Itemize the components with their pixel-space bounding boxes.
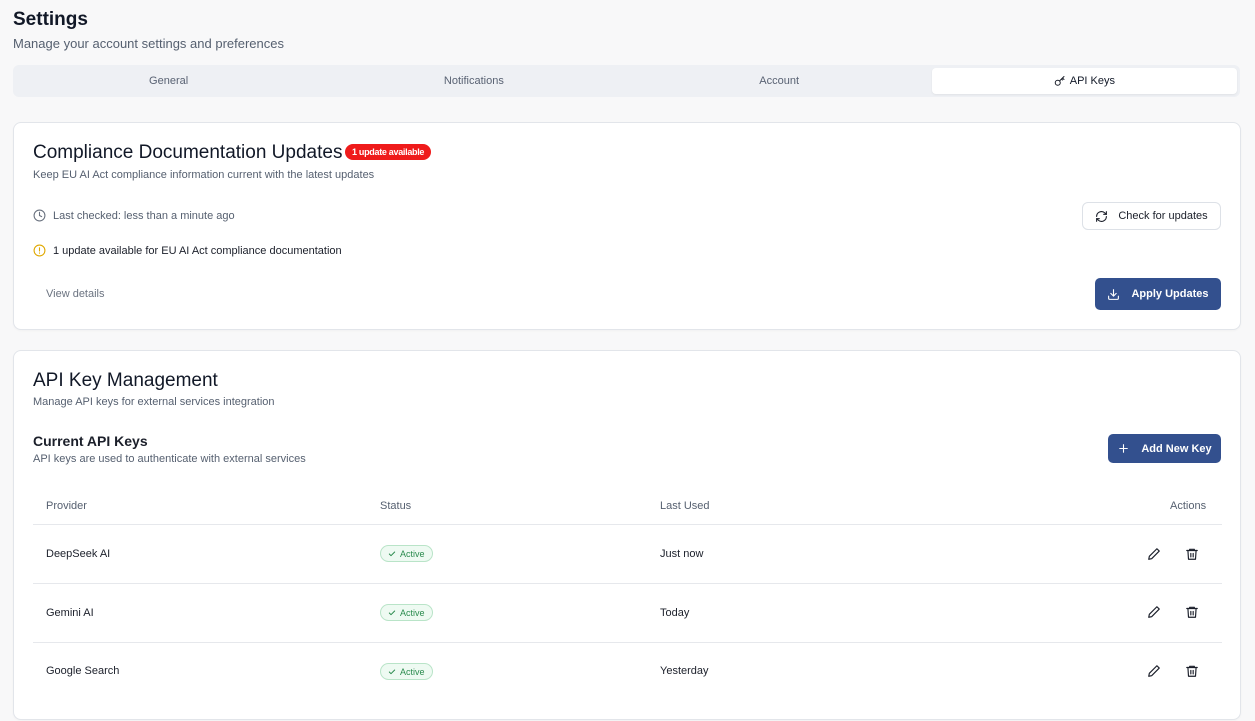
- warning-icon: [33, 244, 46, 257]
- download-icon: [1107, 288, 1120, 301]
- trash-icon[interactable]: [1185, 605, 1199, 624]
- apply-updates-button[interactable]: Apply Updates: [1095, 278, 1221, 310]
- compliance-description: Keep EU AI Act compliance information cu…: [33, 169, 375, 181]
- table-divider: [33, 583, 1222, 584]
- api-key-title: API Key Management: [33, 370, 218, 391]
- view-details-link[interactable]: View details: [46, 288, 105, 300]
- provider-name: Google Search: [46, 665, 120, 677]
- current-api-keys-title: Current API Keys: [33, 433, 148, 449]
- tab-label: API Keys: [1069, 75, 1115, 87]
- tab-account[interactable]: Account: [627, 68, 932, 94]
- last-checked-text: Last checked: less than a minute ago: [53, 209, 235, 222]
- last-used: Yesterday: [660, 665, 709, 677]
- status-badge: Active: [380, 604, 433, 621]
- last-used: Today: [660, 607, 690, 619]
- add-new-key-label: Add New Key: [1141, 442, 1212, 455]
- update-badge: 1 update available: [345, 144, 432, 160]
- status-label: Active: [400, 607, 425, 618]
- plus-icon: [1117, 442, 1130, 455]
- column-header-actions: Actions: [1170, 500, 1207, 512]
- status-label: Active: [400, 666, 425, 677]
- column-header-last-used: Last Used: [660, 500, 710, 512]
- provider-name: DeepSeek AI: [46, 548, 111, 560]
- check-icon: [388, 550, 396, 558]
- tab-api-keys[interactable]: API Keys: [931, 68, 1237, 94]
- trash-icon[interactable]: [1185, 664, 1199, 683]
- status-badge: Active: [380, 663, 433, 680]
- settings-tabs: General Notifications Account API Keys: [13, 65, 1240, 97]
- current-api-keys-description: API keys are used to authenticate with e…: [33, 453, 306, 465]
- check-for-updates-label: Check for updates: [1118, 210, 1208, 222]
- api-key-management-card: API Key Management Manage API keys for e…: [13, 350, 1241, 720]
- provider-name: Gemini AI: [46, 607, 94, 619]
- tab-label: Notifications: [443, 75, 504, 87]
- edit-icon[interactable]: [1147, 605, 1161, 624]
- column-header-provider: Provider: [46, 500, 87, 512]
- edit-icon[interactable]: [1147, 547, 1161, 566]
- check-icon: [388, 668, 396, 676]
- tab-label: Account: [759, 75, 799, 87]
- tab-label: General: [149, 75, 189, 87]
- last-checked: Last checked: less than a minute ago: [33, 209, 235, 222]
- page-subtitle: Manage your account settings and prefere…: [13, 36, 285, 51]
- apply-updates-label: Apply Updates: [1131, 288, 1209, 300]
- add-new-key-button[interactable]: Add New Key: [1108, 434, 1221, 463]
- table-divider: [33, 642, 1222, 643]
- update-warning: 1 update available for EU AI Act complia…: [33, 244, 342, 257]
- check-icon: [388, 609, 396, 617]
- page-title: Settings: [13, 9, 88, 30]
- tab-general[interactable]: General: [16, 68, 321, 94]
- key-icon: [1054, 75, 1066, 87]
- compliance-title: Compliance Documentation Updates: [33, 142, 343, 163]
- tab-notifications[interactable]: Notifications: [321, 68, 626, 94]
- edit-icon[interactable]: [1147, 664, 1161, 683]
- warning-text: 1 update available for EU AI Act complia…: [53, 244, 342, 257]
- api-key-description: Manage API keys for external services in…: [33, 396, 275, 408]
- trash-icon[interactable]: [1185, 547, 1199, 566]
- check-for-updates-button[interactable]: Check for updates: [1082, 202, 1221, 230]
- status-badge: Active: [380, 545, 433, 562]
- compliance-card: Compliance Documentation Updates 1 updat…: [13, 122, 1241, 330]
- status-label: Active: [400, 548, 425, 559]
- refresh-icon: [1095, 210, 1108, 223]
- column-header-status: Status: [380, 500, 412, 512]
- last-used: Just now: [660, 548, 704, 560]
- clock-icon: [33, 209, 46, 222]
- table-divider: [33, 524, 1222, 525]
